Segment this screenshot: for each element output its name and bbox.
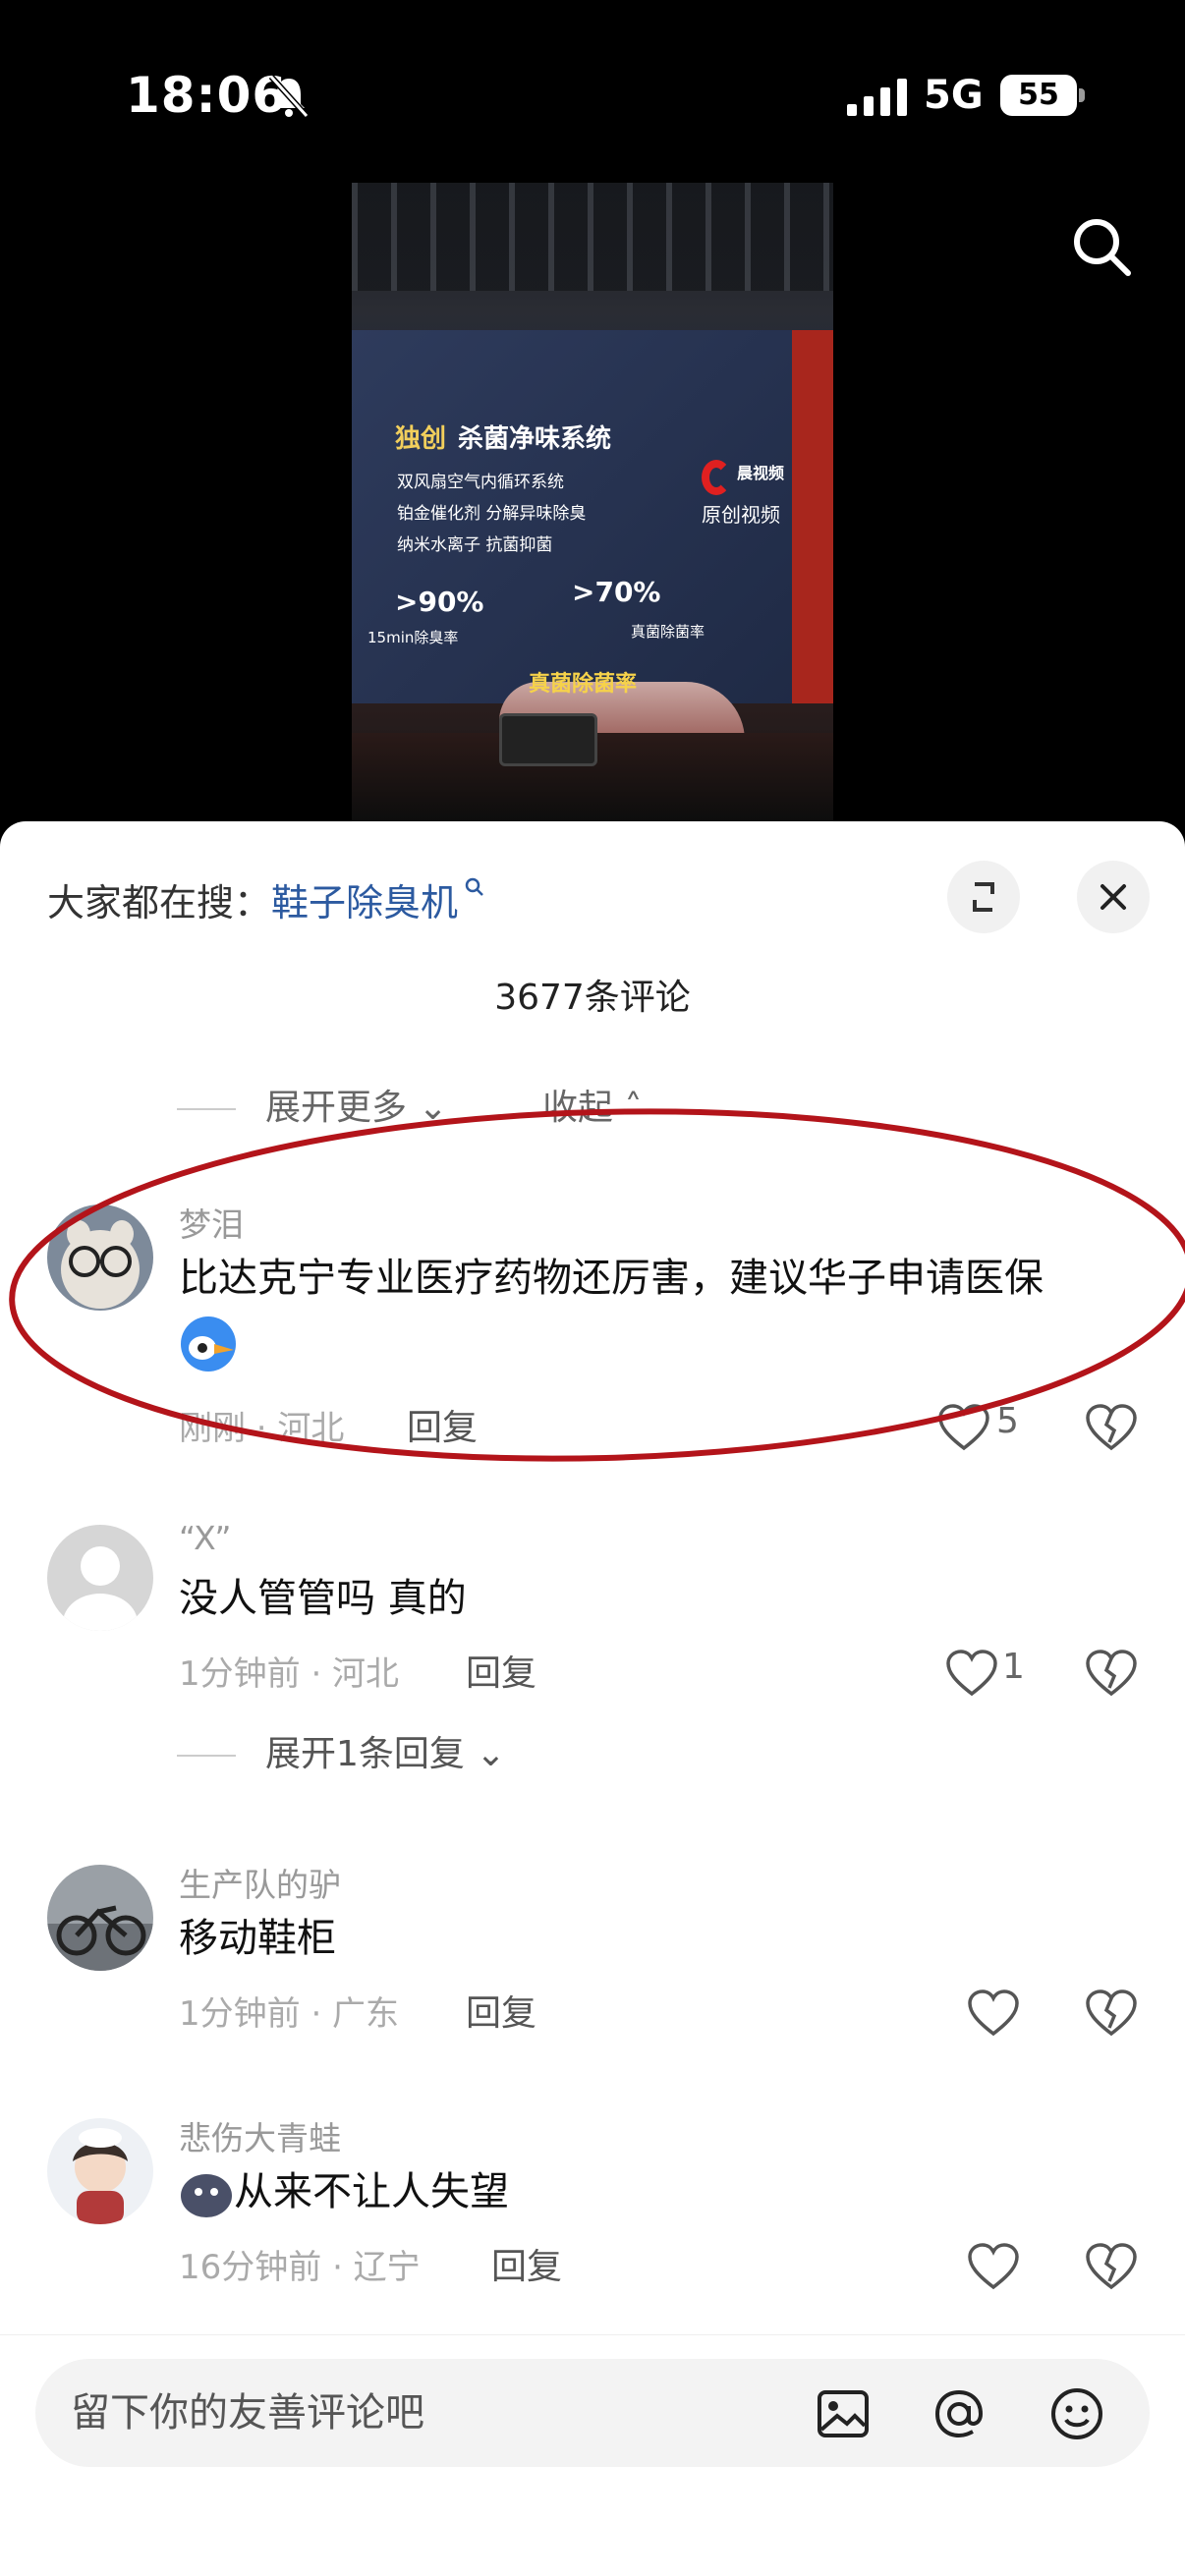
comment-username[interactable]: 生产队的驴: [179, 1859, 341, 1906]
video-yellow-label: 真菌除菌率: [529, 672, 638, 697]
network-label: 5G: [924, 73, 984, 118]
search-icon[interactable]: [1069, 214, 1134, 279]
reply-button[interactable]: 回复: [491, 2238, 562, 2289]
audience-phone: [499, 713, 597, 766]
small-search-icon: [465, 877, 483, 896]
collapse-button[interactable]: 收起 ˄: [542, 1079, 642, 1130]
reply-button[interactable]: 回复: [466, 1645, 536, 1696]
video-stat-1-sub: 15min除臭率: [367, 629, 459, 646]
comment-input-bar: [0, 2334, 1185, 2576]
broken-heart-icon[interactable]: [1085, 1403, 1138, 1452]
comment-meta: 1分钟前 · 河北: [179, 1654, 400, 1694]
like-heart-icon[interactable]: [937, 1403, 990, 1452]
chevron-down-icon: ⌄: [407, 1088, 448, 1128]
battery-indicator: 55: [1000, 75, 1077, 116]
like-count: 5: [996, 1401, 1019, 1441]
expand-more-button[interactable]: 展开更多 ⌄: [177, 1079, 448, 1130]
broken-heart-icon[interactable]: [1085, 1649, 1138, 1698]
avatar[interactable]: [47, 1204, 153, 1311]
chevron-down-icon: ⌄: [464, 1734, 506, 1774]
expand-replies-button[interactable]: 展开1条回复 ⌄: [177, 1725, 506, 1776]
broken-heart-icon[interactable]: [1085, 2242, 1138, 2291]
reply-button[interactable]: 回复: [407, 1399, 478, 1450]
video-stat-1: >90%: [395, 586, 484, 618]
watermark-top: 晨视频: [737, 464, 785, 482]
comment-text-content: 从来不让人失望: [234, 2169, 509, 2214]
blue-bird-emoji-icon: [181, 1316, 236, 1372]
comment-meta: 16分钟前 · 辽宁: [179, 2248, 421, 2287]
comment-text: 比达克宁专业医疗药物还厉害，建议华子申请医保: [179, 1256, 1044, 1301]
comment-username[interactable]: 梦泪: [179, 1199, 244, 1246]
video-stat-2-sub: 真菌除菌率: [631, 623, 705, 641]
comment-sheet: 大家都在搜：鞋子除臭机 3677条评论 展开更多 ⌄ 收起 ˄ 梦泪 比达克宁专…: [0, 821, 1185, 2576]
comment-text: 没人管管吗 真的: [179, 1576, 467, 1621]
comment-input-pill: [35, 2359, 1150, 2467]
video-player[interactable]: 独创 杀菌净味系统 双风扇空气内循环系统 铂金催化剂 分解异味除臭 纳米水离子 抗…: [352, 183, 833, 821]
comment-username[interactable]: “X”: [179, 1519, 232, 1557]
emoji-icon[interactable]: [1047, 2384, 1106, 2443]
chevron-up-icon: ˄: [613, 1088, 643, 1128]
broken-heart-icon[interactable]: [1085, 1988, 1138, 2038]
stage-truss: [352, 183, 833, 291]
comment-meta: 刚刚 · 河北: [179, 1409, 345, 1448]
silent-bell-icon: [268, 74, 310, 119]
comment-text: 从来不让人失望: [179, 2159, 509, 2221]
comment-meta: 1分钟前 · 广东: [179, 1994, 400, 2034]
like-heart-icon[interactable]: [945, 1649, 998, 1698]
avatar[interactable]: [47, 1525, 153, 1631]
stage-red-panel: [792, 330, 833, 703]
battery-cap: [1079, 88, 1085, 102]
like-heart-icon[interactable]: [967, 1988, 1020, 2038]
divider-dash: [177, 1755, 236, 1757]
watermark-logo-icon: [702, 460, 731, 495]
video-line-1: 双风扇空气内循环系统: [397, 473, 564, 492]
comment-count: 3677条评论: [494, 978, 691, 1018]
watermark-bottom: 原创视频: [702, 503, 780, 527]
avatar[interactable]: [47, 1865, 153, 1971]
video-headline: 独创 杀菌净味系统: [395, 424, 612, 454]
mention-icon[interactable]: [930, 2384, 988, 2443]
like-heart-icon[interactable]: [967, 2242, 1020, 2291]
divider-dash: [177, 1108, 236, 1110]
fullscreen-button[interactable]: [947, 861, 1020, 933]
image-icon[interactable]: [814, 2384, 873, 2443]
hot-search-term[interactable]: 鞋子除臭机: [271, 881, 458, 924]
signal-icon: [847, 79, 907, 116]
status-time: 18:06: [126, 67, 288, 124]
status-bar: 18:06 5G 55: [0, 0, 1185, 187]
avatar[interactable]: [47, 2118, 153, 2224]
blob-emoji-icon: [181, 2174, 232, 2217]
comment-text: 移动鞋柜: [179, 1916, 336, 1961]
close-icon: [1100, 884, 1126, 910]
like-count: 1: [1002, 1647, 1025, 1687]
comment-username[interactable]: 悲伤大青蛙: [179, 2112, 341, 2159]
video-line-2: 铂金催化剂 分解异味除臭: [397, 504, 587, 524]
video-stat-2: >70%: [572, 576, 661, 608]
close-button[interactable]: [1077, 861, 1150, 933]
hot-search-prefix: 大家都在搜：: [47, 881, 272, 924]
comment-input[interactable]: [71, 2359, 759, 2467]
reply-button[interactable]: 回复: [466, 1985, 536, 2036]
hot-search[interactable]: 大家都在搜：鞋子除臭机: [47, 872, 485, 926]
video-line-3: 纳米水离子 抗菌抑菌: [397, 535, 553, 555]
expand-icon: [973, 882, 994, 912]
